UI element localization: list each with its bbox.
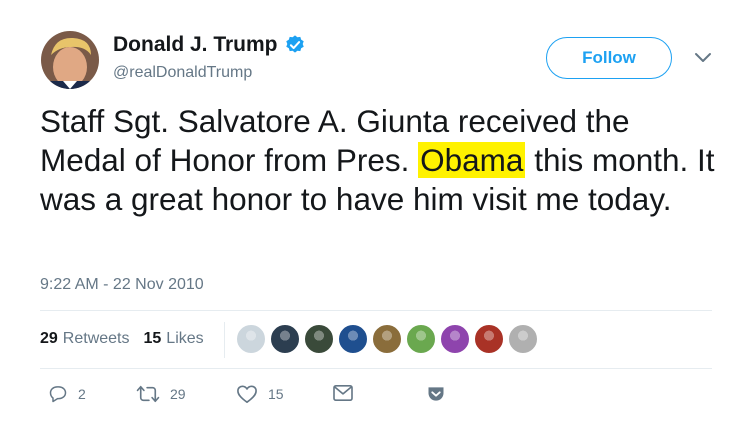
user-handle[interactable]: @realDonaldTrump — [113, 64, 252, 82]
retweet-icon — [136, 385, 160, 403]
likes-count: 15 — [143, 330, 162, 347]
retweet-button[interactable]: 29 — [136, 384, 186, 404]
likes-stat[interactable]: 15 Likes — [144, 330, 204, 348]
retweet-count: 29 — [170, 386, 186, 402]
highlighted-word: Obama — [418, 142, 526, 178]
pocket-icon — [428, 387, 444, 401]
tweet-text: Staff Sgt. Salvatore A. Giunta received … — [40, 102, 720, 219]
liker-avatar-8[interactable] — [474, 324, 504, 354]
save-to-pocket-button[interactable] — [426, 384, 446, 404]
liker-avatar-2[interactable] — [270, 324, 300, 354]
retweets-count: 29 — [40, 330, 58, 347]
divider-bottom — [40, 368, 712, 369]
reply-count: 2 — [78, 386, 86, 402]
tweet-timestamp[interactable]: 9:22 AM - 22 Nov 2010 — [40, 276, 204, 294]
liker-avatar-3[interactable] — [304, 324, 334, 354]
tweet-actions: 2 29 15 — [40, 384, 460, 408]
reply-icon — [49, 386, 67, 403]
chevron-down-icon[interactable] — [694, 52, 712, 64]
display-name-text: Donald J. Trump — [113, 33, 278, 56]
liker-avatar-4[interactable] — [338, 324, 368, 354]
liker-avatar-6[interactable] — [406, 324, 436, 354]
avatar[interactable] — [41, 31, 99, 89]
like-count: 15 — [268, 386, 284, 402]
divider-top — [40, 310, 712, 311]
verified-badge-icon — [284, 34, 306, 56]
liker-avatars — [236, 324, 542, 354]
retweets-label: Retweets — [62, 330, 130, 347]
liker-avatar-7[interactable] — [440, 324, 470, 354]
liker-avatar-5[interactable] — [372, 324, 402, 354]
display-name[interactable]: Donald J. Trump — [113, 33, 306, 57]
direct-message-button[interactable] — [332, 384, 354, 402]
retweets-stat[interactable]: 29 Retweets — [40, 330, 130, 348]
like-button[interactable]: 15 — [236, 384, 284, 404]
stats-separator — [224, 322, 225, 358]
liker-avatar-9[interactable] — [508, 324, 538, 354]
liker-avatar-1[interactable] — [236, 324, 266, 354]
likes-label: Likes — [166, 330, 204, 347]
heart-icon — [237, 385, 257, 403]
envelope-icon — [333, 384, 353, 402]
reply-button[interactable]: 2 — [48, 384, 86, 404]
engagement-stats: 29 Retweets 15 Likes — [40, 330, 204, 348]
follow-button[interactable]: Follow — [546, 37, 672, 79]
